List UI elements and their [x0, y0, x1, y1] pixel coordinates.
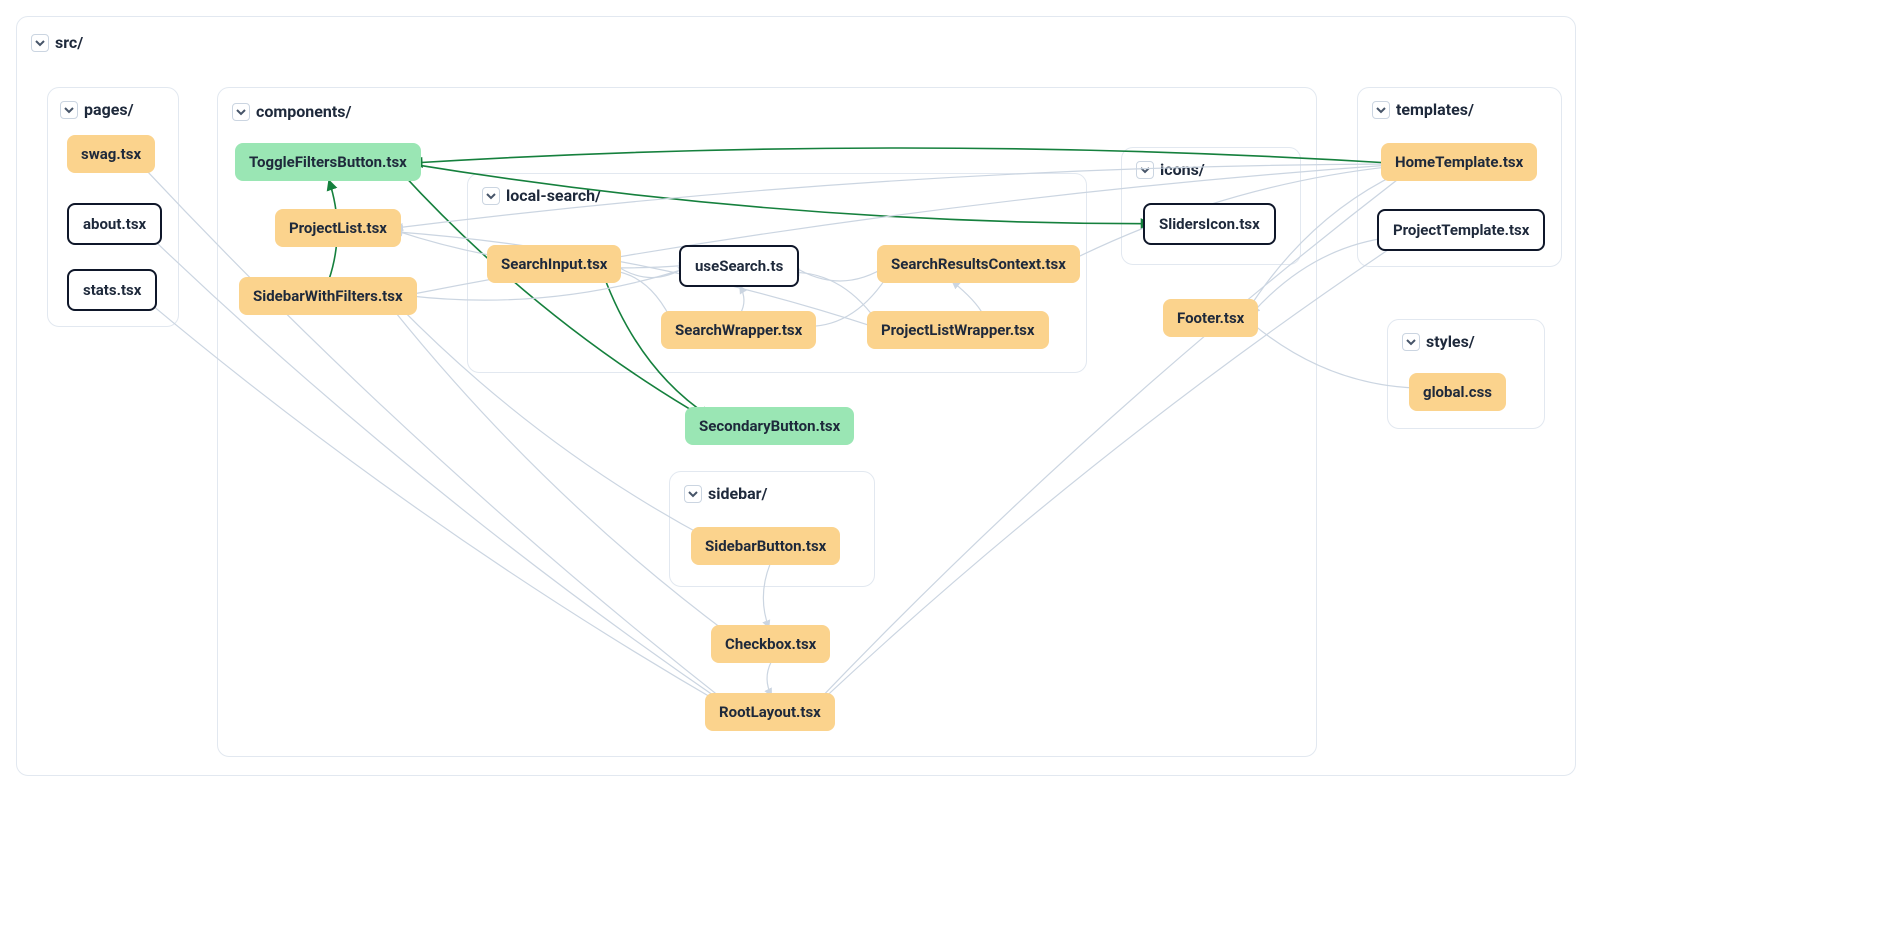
node-use-search[interactable]: useSearch.ts: [679, 245, 799, 287]
group-label-text: local-search/: [506, 186, 601, 205]
group-toggle-pages[interactable]: pages/: [60, 100, 134, 119]
node-root-layout[interactable]: RootLayout.tsx: [705, 693, 835, 731]
group-toggle-components[interactable]: components/: [232, 102, 351, 121]
group-label-text: src/: [55, 33, 83, 52]
group-toggle-src[interactable]: src/: [31, 33, 83, 52]
node-project-template[interactable]: ProjectTemplate.tsx: [1377, 209, 1545, 251]
node-sliders-icon[interactable]: SlidersIcon.tsx: [1143, 203, 1276, 245]
node-project-list-wrapper[interactable]: ProjectListWrapper.tsx: [867, 311, 1049, 349]
node-about[interactable]: about.tsx: [67, 203, 162, 245]
chevron-down-icon: [31, 34, 49, 52]
group-label-text: components/: [256, 102, 351, 121]
dependency-graph-canvas[interactable]: src/ pages/ swag.tsx about.tsx stats.tsx…: [16, 16, 1576, 776]
chevron-down-icon: [482, 187, 500, 205]
node-search-input[interactable]: SearchInput.tsx: [487, 245, 621, 283]
chevron-down-icon: [1372, 101, 1390, 119]
group-label-text: styles/: [1426, 332, 1475, 351]
chevron-down-icon: [1402, 333, 1420, 351]
node-toggle-filters-button[interactable]: ToggleFiltersButton.tsx: [235, 143, 421, 181]
group-label-text: pages/: [84, 100, 134, 119]
chevron-down-icon: [232, 103, 250, 121]
node-secondary-button[interactable]: SecondaryButton.tsx: [685, 407, 854, 445]
chevron-down-icon: [1136, 161, 1154, 179]
group-label-text: icons/: [1160, 160, 1205, 179]
node-search-results-context[interactable]: SearchResultsContext.tsx: [877, 245, 1080, 283]
node-global-css[interactable]: global.css: [1409, 373, 1506, 411]
node-checkbox[interactable]: Checkbox.tsx: [711, 625, 830, 663]
group-toggle-sidebar[interactable]: sidebar/: [684, 484, 767, 503]
group-label-text: templates/: [1396, 100, 1474, 119]
group-toggle-templates[interactable]: templates/: [1372, 100, 1474, 119]
chevron-down-icon: [60, 101, 78, 119]
node-home-template[interactable]: HomeTemplate.tsx: [1381, 143, 1537, 181]
node-search-wrapper[interactable]: SearchWrapper.tsx: [661, 311, 816, 349]
node-footer[interactable]: Footer.tsx: [1163, 299, 1258, 337]
chevron-down-icon: [684, 485, 702, 503]
group-toggle-local-search[interactable]: local-search/: [482, 186, 601, 205]
node-stats[interactable]: stats.tsx: [67, 269, 157, 311]
node-swag[interactable]: swag.tsx: [67, 135, 155, 173]
node-sidebar-with-filters[interactable]: SidebarWithFilters.tsx: [239, 277, 417, 315]
group-toggle-icons[interactable]: icons/: [1136, 160, 1205, 179]
node-sidebar-button[interactable]: SidebarButton.tsx: [691, 527, 840, 565]
node-project-list[interactable]: ProjectList.tsx: [275, 209, 401, 247]
group-toggle-styles[interactable]: styles/: [1402, 332, 1475, 351]
group-label-text: sidebar/: [708, 484, 767, 503]
